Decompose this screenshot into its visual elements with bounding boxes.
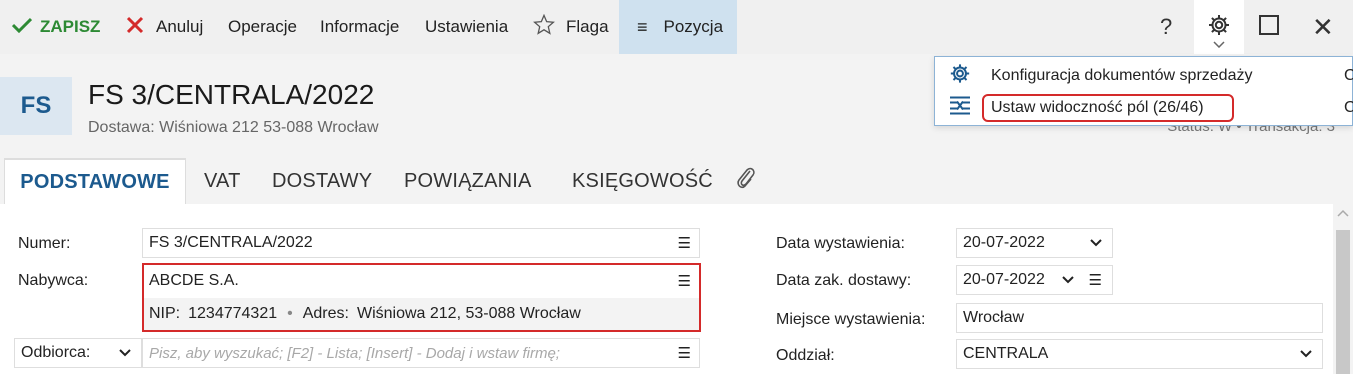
- chevron-down-icon: [1062, 271, 1074, 289]
- branch-select[interactable]: CENTRALA: [956, 339, 1323, 369]
- toolbar: ZAPISZ Anuluj Operacje Informacje Ustawi…: [0, 0, 1353, 54]
- gear-menu-button[interactable]: [1194, 0, 1244, 54]
- hamburger-icon: ≡: [637, 16, 648, 37]
- menu-item-shortcut: C: [1344, 67, 1353, 84]
- tab-bar: PODSTAWOWE VAT DOSTAWY POWIĄZANIA KSIĘGO…: [0, 158, 1353, 204]
- maximize-icon: [1258, 14, 1280, 41]
- information-menu[interactable]: Informacje: [320, 0, 399, 54]
- nip-value: 1234774321: [188, 305, 278, 322]
- tab-attachments[interactable]: [736, 158, 756, 204]
- settings-menu[interactable]: Ustawienia: [425, 0, 508, 54]
- vertical-scrollbar[interactable]: [1333, 204, 1353, 374]
- gear-icon: [1207, 13, 1231, 42]
- buyer-label: Nabywca:: [18, 272, 89, 289]
- star-icon: [533, 13, 555, 40]
- issue-date-label: Data wystawienia:: [776, 235, 905, 252]
- close-icon: ✕: [1312, 11, 1334, 42]
- branch-label: Oddział:: [776, 347, 835, 364]
- chevron-down-icon: [1300, 345, 1312, 363]
- paperclip-icon: [736, 165, 756, 197]
- separator-dot: •: [287, 305, 293, 322]
- cancel-label: Anuluj: [156, 17, 204, 36]
- hamburger-icon[interactable]: ☰: [678, 234, 691, 252]
- scrollbar-thumb[interactable]: [1336, 230, 1350, 374]
- recipient-search-input[interactable]: Pisz, aby wyszukać; [F2] - Lista; [Inser…: [142, 338, 700, 368]
- chevron-down-icon: [119, 344, 131, 362]
- address-label: Adres:: [302, 305, 349, 322]
- gear-icon: [949, 63, 971, 90]
- help-button[interactable]: ?: [1160, 0, 1172, 54]
- hamburger-icon[interactable]: ☰: [678, 344, 691, 362]
- recipient-select[interactable]: Odbiorca:: [14, 338, 142, 368]
- cancel-x-icon: [126, 16, 144, 39]
- delivery-date-label: Data zak. dostawy:: [776, 272, 912, 289]
- branch-value: CENTRALA: [963, 345, 1049, 362]
- operations-label: Operacje: [228, 17, 297, 36]
- menu-item-shortcut: C: [1344, 99, 1353, 116]
- delivery-date-value: 20-07-2022: [963, 271, 1045, 288]
- settings-label: Ustawienia: [425, 17, 509, 36]
- recipient-select-label: Odbiorca:: [21, 344, 91, 361]
- field-visibility-icon: [949, 96, 971, 121]
- delivery-date-picker[interactable]: 20-07-2022 ☰: [956, 265, 1113, 295]
- recipient-placeholder: Pisz, aby wyszukać; [F2] - Lista; [Inser…: [149, 344, 560, 362]
- place-value: Wrocław: [963, 309, 1025, 326]
- position-label: Pozycja: [663, 17, 724, 36]
- number-label: Numer:: [18, 235, 71, 252]
- number-value: FS 3/CENTRALA/2022: [149, 234, 313, 251]
- number-field[interactable]: FS 3/CENTRALA/2022 ☰: [142, 228, 700, 258]
- help-icon: ?: [1160, 14, 1173, 39]
- tab-relations[interactable]: POWIĄZANIA: [404, 158, 532, 204]
- tab-vat[interactable]: VAT: [204, 158, 241, 204]
- menu-item-label: Konfiguracja dokumentów sprzedaży: [991, 67, 1253, 84]
- delivery-subtitle: Dostawa: Wiśniowa 212 53-088 Wrocław: [88, 119, 379, 136]
- flag-label: Flaga: [566, 17, 609, 36]
- close-button[interactable]: ✕: [1312, 0, 1334, 54]
- buyer-name: ABCDE S.A.: [149, 272, 239, 289]
- issue-date-value: 20-07-2022: [963, 234, 1045, 251]
- hamburger-icon[interactable]: ☰: [1089, 271, 1102, 289]
- page-title: FS 3/CENTRALA/2022: [88, 79, 375, 110]
- tab-accounting[interactable]: KSIĘGOWOŚĆ: [572, 158, 713, 204]
- tab-basic[interactable]: PODSTAWOWE: [4, 158, 186, 204]
- buyer-block[interactable]: ABCDE S.A. ☰ NIP: 1234774321 • Adres: Wi…: [142, 263, 701, 332]
- position-button[interactable]: ≡ Pozycja: [619, 0, 737, 54]
- chevron-down-icon: [1213, 40, 1225, 51]
- menu-item-sales-config[interactable]: Konfiguracja dokumentów sprzedaży C: [935, 61, 1353, 91]
- save-label: ZAPISZ: [40, 17, 101, 36]
- scroll-up-icon[interactable]: [1337, 208, 1349, 220]
- form-content: Numer: FS 3/CENTRALA/2022 ☰ Nabywca: ABC…: [0, 204, 1353, 374]
- hamburger-icon[interactable]: ☰: [678, 272, 691, 290]
- place-input[interactable]: Wrocław: [956, 303, 1323, 333]
- operations-menu[interactable]: Operacje: [228, 0, 297, 54]
- menu-item-field-visibility[interactable]: Ustaw widoczność pól (26/46) C: [935, 93, 1353, 123]
- buyer-name-field[interactable]: ABCDE S.A. ☰: [144, 265, 699, 297]
- document-type-badge: FS: [0, 77, 72, 135]
- settings-dropdown-menu: Konfiguracja dokumentów sprzedaży C Usta…: [934, 56, 1353, 126]
- nip-label: NIP:: [149, 305, 181, 322]
- flag-button[interactable]: Flaga: [533, 0, 609, 54]
- cancel-button[interactable]: Anuluj: [126, 0, 203, 54]
- issue-date-picker[interactable]: 20-07-2022: [956, 228, 1113, 258]
- chevron-down-icon: [1090, 234, 1102, 252]
- address-value: Wiśniowa 212, 53-088 Wrocław: [356, 305, 581, 322]
- tab-deliveries[interactable]: DOSTAWY: [272, 158, 372, 204]
- save-button[interactable]: ZAPISZ: [11, 0, 101, 54]
- place-label: Miejsce wystawienia:: [776, 311, 926, 328]
- information-label: Informacje: [320, 17, 400, 36]
- checkmark-icon: [11, 17, 33, 38]
- buyer-details: NIP: 1234774321 • Adres: Wiśniowa 212, 5…: [144, 298, 699, 330]
- maximize-button[interactable]: [1258, 0, 1280, 54]
- menu-item-label: Ustaw widoczność pól (26/46): [991, 99, 1204, 116]
